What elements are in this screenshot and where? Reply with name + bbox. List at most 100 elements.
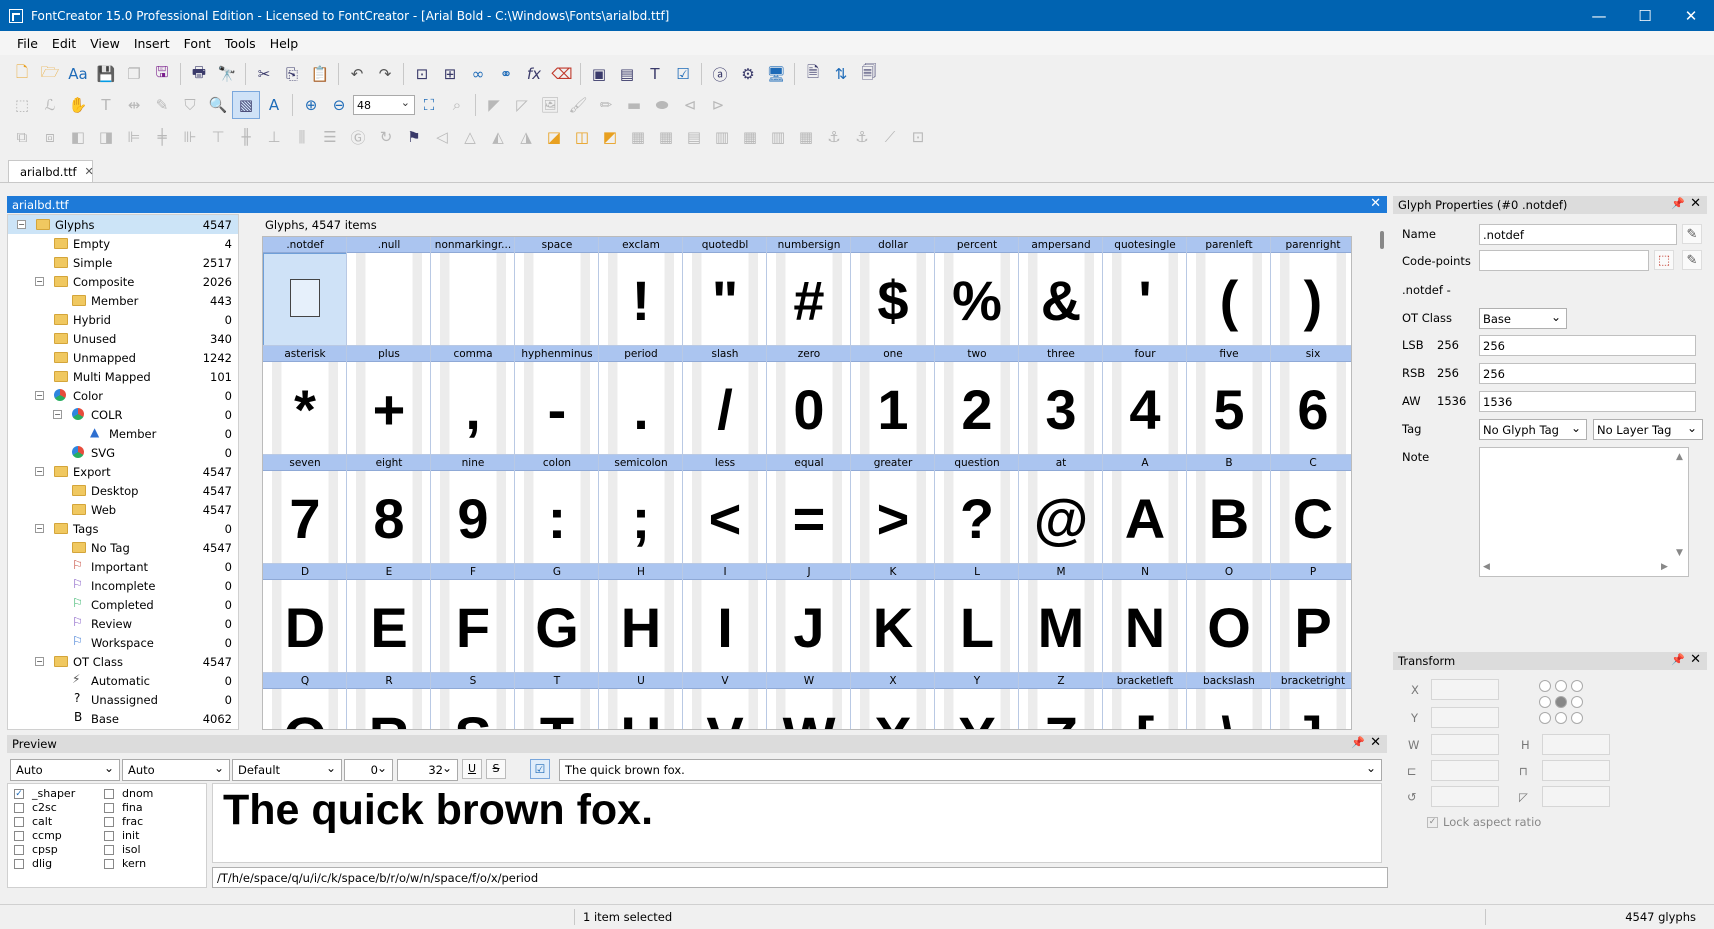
glyph-cell[interactable]: two 2 (935, 346, 1019, 455)
feature-item[interactable]: kern (104, 857, 146, 870)
minimize-button[interactable]: — (1576, 0, 1622, 31)
glyph-grid-scrollbar[interactable] (1378, 214, 1387, 730)
select-rect-icon[interactable]: ⬚ (8, 91, 36, 119)
tree-item[interactable]: No Tag 4547 (8, 538, 238, 557)
name-field[interactable]: .notdef (1479, 224, 1677, 245)
page-settings-icon[interactable]: 🗐 (855, 60, 883, 88)
skew-h-field[interactable] (1431, 760, 1499, 781)
tree-item[interactable]: − COLR 0 (8, 405, 238, 424)
glyph-cell[interactable]: ZZ (1019, 673, 1103, 729)
align-d-icon[interactable]: ◨ (92, 123, 120, 151)
x-field[interactable] (1431, 679, 1499, 700)
preview-text-input[interactable]: The quick brown fox. (559, 759, 1382, 781)
glyph-cell[interactable]: UU (599, 673, 683, 729)
feature-checkbox[interactable] (14, 830, 24, 841)
pin-icon[interactable]: 📌 (1671, 197, 1685, 210)
layer-tag-select[interactable]: No Layer Tag (1593, 419, 1703, 440)
aw-field[interactable]: 1536 (1479, 391, 1696, 412)
glyph-tag-select[interactable]: No Glyph Tag (1479, 419, 1587, 440)
glyph-cell[interactable]: quotedbl " (683, 237, 767, 346)
triangle-a-icon[interactable]: △ (456, 123, 484, 151)
glyph-cell[interactable]: GG (515, 564, 599, 673)
scroll-thumb[interactable] (1380, 231, 1384, 249)
glyph-cell[interactable]: bracketright] (1271, 673, 1351, 729)
close-properties-icon[interactable]: ✕ (1690, 196, 1701, 211)
corner-icon[interactable]: ◤ (480, 91, 508, 119)
feature-item[interactable]: fina (104, 801, 143, 814)
feature-checkbox[interactable] (104, 788, 114, 799)
glyph-cell[interactable]: NN (1103, 564, 1187, 673)
collapse-toggle-icon[interactable]: − (35, 277, 44, 286)
feature-checkbox[interactable] (104, 844, 114, 855)
glyph-cell[interactable]: PP (1271, 564, 1351, 673)
component-icon[interactable]: Ⓖ (344, 123, 372, 151)
feature-item[interactable]: dlig (14, 857, 52, 870)
feature-item[interactable]: cpsp (14, 843, 58, 856)
export-icon[interactable]: ⇅ (827, 60, 855, 88)
zoom-preview-icon[interactable]: 🔍 (204, 91, 232, 119)
feature-checkbox[interactable] (14, 858, 24, 869)
zoom-select[interactable]: 48 (353, 95, 415, 115)
tree-item[interactable]: Hybrid 0 (8, 310, 238, 329)
tree-item[interactable]: − Composite 2026 (8, 272, 238, 291)
lasso-icon[interactable]: ℒ (36, 91, 64, 119)
image-icon[interactable]: 🖼 (536, 91, 564, 119)
undo-icon[interactable]: ↶ (343, 60, 371, 88)
lsb-field[interactable]: 256 (1479, 335, 1696, 356)
glyph-cell[interactable]: semicolon; (599, 455, 683, 564)
tree-item[interactable]: − Tags 0 (8, 519, 238, 538)
edit-name-icon[interactable]: ✎ (1682, 224, 1702, 244)
feature-checkbox[interactable] (104, 816, 114, 827)
glyph-cell[interactable]: RR (347, 673, 431, 729)
print-icon[interactable]: 🖶 (185, 60, 213, 88)
lock-aspect-checkbox[interactable]: ✓ (1427, 816, 1438, 828)
glyph-cell[interactable]: backslash \ (1187, 673, 1271, 729)
anchor-icon[interactable]: ⚓ (820, 123, 848, 151)
spin-offset[interactable]: 0 (344, 759, 393, 781)
tree-item[interactable]: Unused 340 (8, 329, 238, 348)
feature-item[interactable]: calt (14, 815, 52, 828)
fill-icon[interactable]: ⛉ (176, 91, 204, 119)
tree-item[interactable]: ⚡ Automatic 0 (8, 671, 238, 690)
pencil-tool-icon[interactable]: ✏ (592, 91, 620, 119)
frame-icon[interactable]: ⊡ (904, 123, 932, 151)
glyph-cell[interactable]: eight 8 (347, 455, 431, 564)
unicode-icon[interactable]: ⬚ (1654, 250, 1674, 270)
tree-item[interactable]: Empty 4 (8, 234, 238, 253)
feature-item[interactable]: frac (104, 815, 143, 828)
unlink-icon[interactable]: ⚭ (492, 60, 520, 88)
feature-item[interactable]: ✓ _shaper (14, 787, 75, 800)
save-as-icon[interactable]: 🖫 (148, 60, 176, 88)
glyph-cell[interactable]: five 5 (1187, 346, 1271, 455)
tree-item[interactable]: SVG 0 (8, 443, 238, 462)
glyph-cell[interactable]: quotesingle ' (1103, 237, 1187, 346)
union-icon[interactable]: ◪ (540, 123, 568, 151)
glyph-cell[interactable]: period. (599, 346, 683, 455)
glyph-cell[interactable]: MM (1019, 564, 1103, 673)
grid-e-icon[interactable]: ▦ (736, 123, 764, 151)
glyph-cell[interactable]: BB (1187, 455, 1271, 564)
skew-v-field[interactable] (1542, 760, 1610, 781)
maximize-button[interactable]: ☐ (1622, 0, 1668, 31)
tree-item[interactable]: ⚐ Important 0 (8, 557, 238, 576)
glyph-cell[interactable]: nine 9 (431, 455, 515, 564)
grid-a-icon[interactable]: ▦ (624, 123, 652, 151)
glyph-cell[interactable]: EE (347, 564, 431, 673)
glyph-cell[interactable]: KK (851, 564, 935, 673)
glyph-cell[interactable]: parenright) (1271, 237, 1351, 346)
glyph-cell[interactable]: .notdef (263, 237, 347, 346)
align-b-icon[interactable]: ⧈ (36, 123, 64, 151)
font-view-icon[interactable]: A (260, 91, 288, 119)
glyph-cell[interactable]: JJ (767, 564, 851, 673)
insert-glyph-icon[interactable]: ⊡ (408, 60, 436, 88)
glyph-cell[interactable]: bracketleft [ (1103, 673, 1187, 729)
feature-checkbox[interactable] (104, 802, 114, 813)
feature-item[interactable]: isol (104, 843, 141, 856)
glyph-cell[interactable]: OO (1187, 564, 1271, 673)
hand-icon[interactable]: ✋ (64, 91, 92, 119)
tree-item[interactable]: Unmapped 1242 (8, 348, 238, 367)
rotate-field[interactable] (1431, 786, 1499, 807)
w-field[interactable] (1431, 734, 1499, 755)
insert-glyph-g-icon[interactable]: ⊞ (436, 60, 464, 88)
grid-g-icon[interactable]: ▦ (792, 123, 820, 151)
